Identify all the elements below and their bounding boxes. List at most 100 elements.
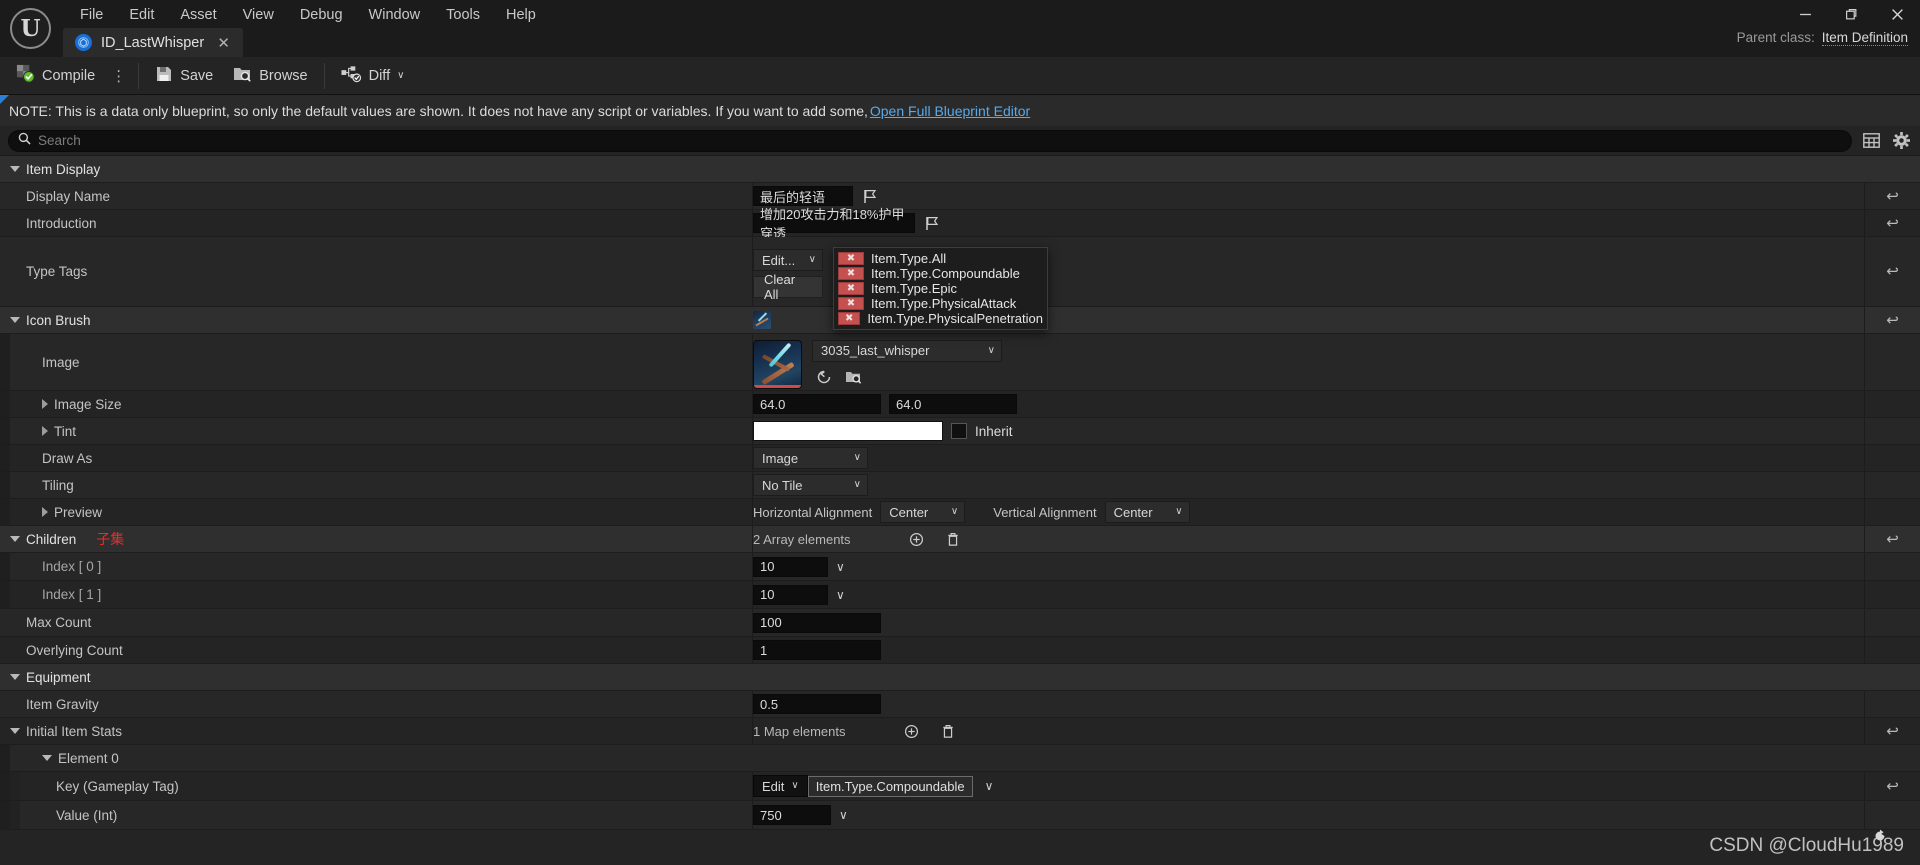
chevron-down-icon[interactable]: ∨	[836, 561, 845, 573]
key-gameplay-tag-value[interactable]: Item.Type.Compoundable	[807, 775, 973, 797]
compile-button[interactable]: Compile	[6, 61, 105, 91]
close-window-button[interactable]	[1874, 0, 1920, 28]
chevron-right-icon[interactable]	[42, 507, 48, 517]
search-box[interactable]	[8, 129, 1852, 152]
key-edit-button[interactable]: Edit ∨	[753, 775, 808, 797]
reset-to-default-icon[interactable]: ↩	[1886, 216, 1899, 231]
add-map-element-icon[interactable]	[902, 721, 922, 741]
row-element-0-label: Element 0	[58, 750, 119, 766]
type-tags-edit-button[interactable]: Edit... ∨	[753, 249, 823, 271]
reset-column: ↩	[1864, 210, 1920, 236]
minimize-button[interactable]	[1782, 0, 1828, 28]
reset-to-default-icon[interactable]: ↩	[1886, 724, 1899, 739]
remove-tag-icon[interactable]: ✖	[838, 267, 864, 280]
reset-to-default-icon[interactable]: ↩	[1886, 313, 1899, 328]
localization-flag-icon[interactable]	[861, 187, 879, 205]
save-button[interactable]: Save	[145, 61, 223, 91]
reset-column	[1864, 609, 1920, 636]
type-tags-clear-all-button[interactable]: Clear All	[753, 272, 823, 302]
diff-button[interactable]: Diff ∨	[331, 61, 415, 91]
category-equipment[interactable]: Equipment	[0, 664, 1920, 691]
tint-inherit-checkbox[interactable]	[951, 423, 967, 439]
open-full-blueprint-editor-link[interactable]: Open Full Blueprint Editor	[870, 103, 1030, 119]
item-gravity-input[interactable]: 0.5	[753, 694, 881, 714]
localization-flag-icon[interactable]	[923, 214, 941, 232]
parent-class-value[interactable]: Item Definition	[1821, 30, 1908, 46]
image-asset-thumbnail[interactable]	[753, 339, 802, 389]
row-index-1-value: 10 ∨	[752, 584, 1920, 605]
introduction-input[interactable]: 增加20攻击力和18%护甲穿透	[753, 207, 915, 241]
tiling-dropdown[interactable]: No Tile ∨	[753, 474, 868, 496]
remove-tag-icon[interactable]: ✖	[838, 282, 864, 295]
chevron-down-icon[interactable]: ∨	[985, 780, 994, 792]
chevron-down-icon[interactable]	[42, 755, 52, 761]
draw-as-dropdown[interactable]: Image ∨	[753, 447, 868, 469]
chevron-right-icon[interactable]	[42, 399, 48, 409]
overlying-count-input[interactable]: 1	[753, 640, 881, 660]
chevron-down-icon[interactable]	[10, 536, 20, 542]
menu-tools[interactable]: Tools	[433, 2, 493, 28]
row-children-label-wrap: Children 子集	[0, 526, 752, 552]
reset-to-default-icon[interactable]: ↩	[1886, 264, 1899, 279]
chevron-down-icon[interactable]	[10, 728, 20, 734]
display-name-input[interactable]: 最后的轻语	[753, 186, 853, 206]
close-icon[interactable]: ✕	[213, 34, 234, 52]
menu-edit[interactable]: Edit	[116, 2, 167, 28]
maximize-button[interactable]	[1828, 0, 1874, 28]
menu-help[interactable]: Help	[493, 2, 549, 28]
image-size-x-input[interactable]: 64.0	[753, 394, 881, 414]
remove-tag-icon[interactable]: ✖	[838, 312, 861, 325]
delete-array-icon[interactable]	[943, 529, 963, 549]
value-int-input[interactable]: 750	[753, 805, 831, 825]
search-input[interactable]	[38, 133, 1842, 148]
image-size-y-input[interactable]: 64.0	[889, 394, 1017, 414]
delete-map-icon[interactable]	[938, 721, 958, 741]
browse-to-asset-icon[interactable]	[814, 367, 834, 387]
chevron-right-icon[interactable]	[42, 426, 48, 436]
columns-icon[interactable]	[1860, 130, 1882, 152]
browse-button[interactable]: Browse	[223, 61, 317, 91]
horizontal-alignment-value: Center	[889, 504, 929, 520]
chevron-down-icon[interactable]: ∨	[839, 809, 848, 821]
data-only-blueprint-note: NOTE: This is a data only blueprint, so …	[0, 95, 1920, 126]
row-divider	[752, 526, 753, 552]
gear-icon[interactable]	[1890, 130, 1912, 152]
vertical-alignment-dropdown[interactable]: Center ∨	[1104, 501, 1190, 523]
tab-id-lastwhisper[interactable]: ID_LastWhisper ✕	[63, 28, 243, 57]
menu-file[interactable]: File	[67, 2, 116, 28]
remove-tag-icon[interactable]: ✖	[838, 297, 864, 310]
menu-view[interactable]: View	[230, 2, 287, 28]
tint-color-swatch[interactable]	[753, 421, 943, 441]
unreal-logo[interactable]: U	[3, 1, 57, 55]
image-asset-picker[interactable]: 3035_last_whisper ∨	[812, 339, 1002, 362]
tag-item[interactable]: ✖ Item.Type.Epic	[838, 281, 1043, 296]
menu-window[interactable]: Window	[356, 2, 434, 28]
menu-debug[interactable]: Debug	[287, 2, 356, 28]
compile-options-button[interactable]: ⋮	[105, 67, 132, 85]
tag-item[interactable]: ✖ Item.Type.Compoundable	[838, 266, 1043, 281]
reset-to-default-icon[interactable]: ↩	[1886, 532, 1899, 547]
chevron-down-icon[interactable]: ∨	[836, 589, 845, 601]
row-image-size: Image Size 64.0 64.0	[0, 391, 1920, 418]
menu-asset[interactable]: Asset	[167, 2, 229, 28]
chevron-down-icon[interactable]	[10, 674, 20, 680]
tag-item[interactable]: ✖ Item.Type.PhysicalAttack	[838, 296, 1043, 311]
max-count-input[interactable]: 100	[753, 612, 881, 633]
row-key-gameplay-tag-label: Key (Gameplay Tag)	[56, 778, 179, 794]
chevron-down-icon[interactable]	[10, 166, 20, 172]
reset-to-default-icon[interactable]: ↩	[1886, 189, 1899, 204]
row-image-value: 3035_last_whisper ∨	[752, 336, 1920, 389]
tag-item[interactable]: ✖ Item.Type.All	[838, 251, 1043, 266]
index-0-input[interactable]: 10	[753, 556, 828, 577]
category-equipment-label-wrap: Equipment	[0, 664, 752, 690]
find-in-content-browser-icon[interactable]	[843, 367, 863, 387]
reset-to-default-icon[interactable]: ↩	[1886, 779, 1899, 794]
horizontal-alignment-dropdown[interactable]: Center ∨	[880, 501, 966, 523]
tag-item[interactable]: ✖ Item.Type.PhysicalPenetration	[838, 311, 1043, 326]
reset-column	[1864, 334, 1920, 390]
index-1-input[interactable]: 10	[753, 584, 828, 605]
chevron-down-icon[interactable]	[10, 317, 20, 323]
category-item-display[interactable]: Item Display	[0, 156, 1920, 183]
remove-tag-icon[interactable]: ✖	[838, 252, 864, 265]
add-array-element-icon[interactable]	[907, 529, 927, 549]
